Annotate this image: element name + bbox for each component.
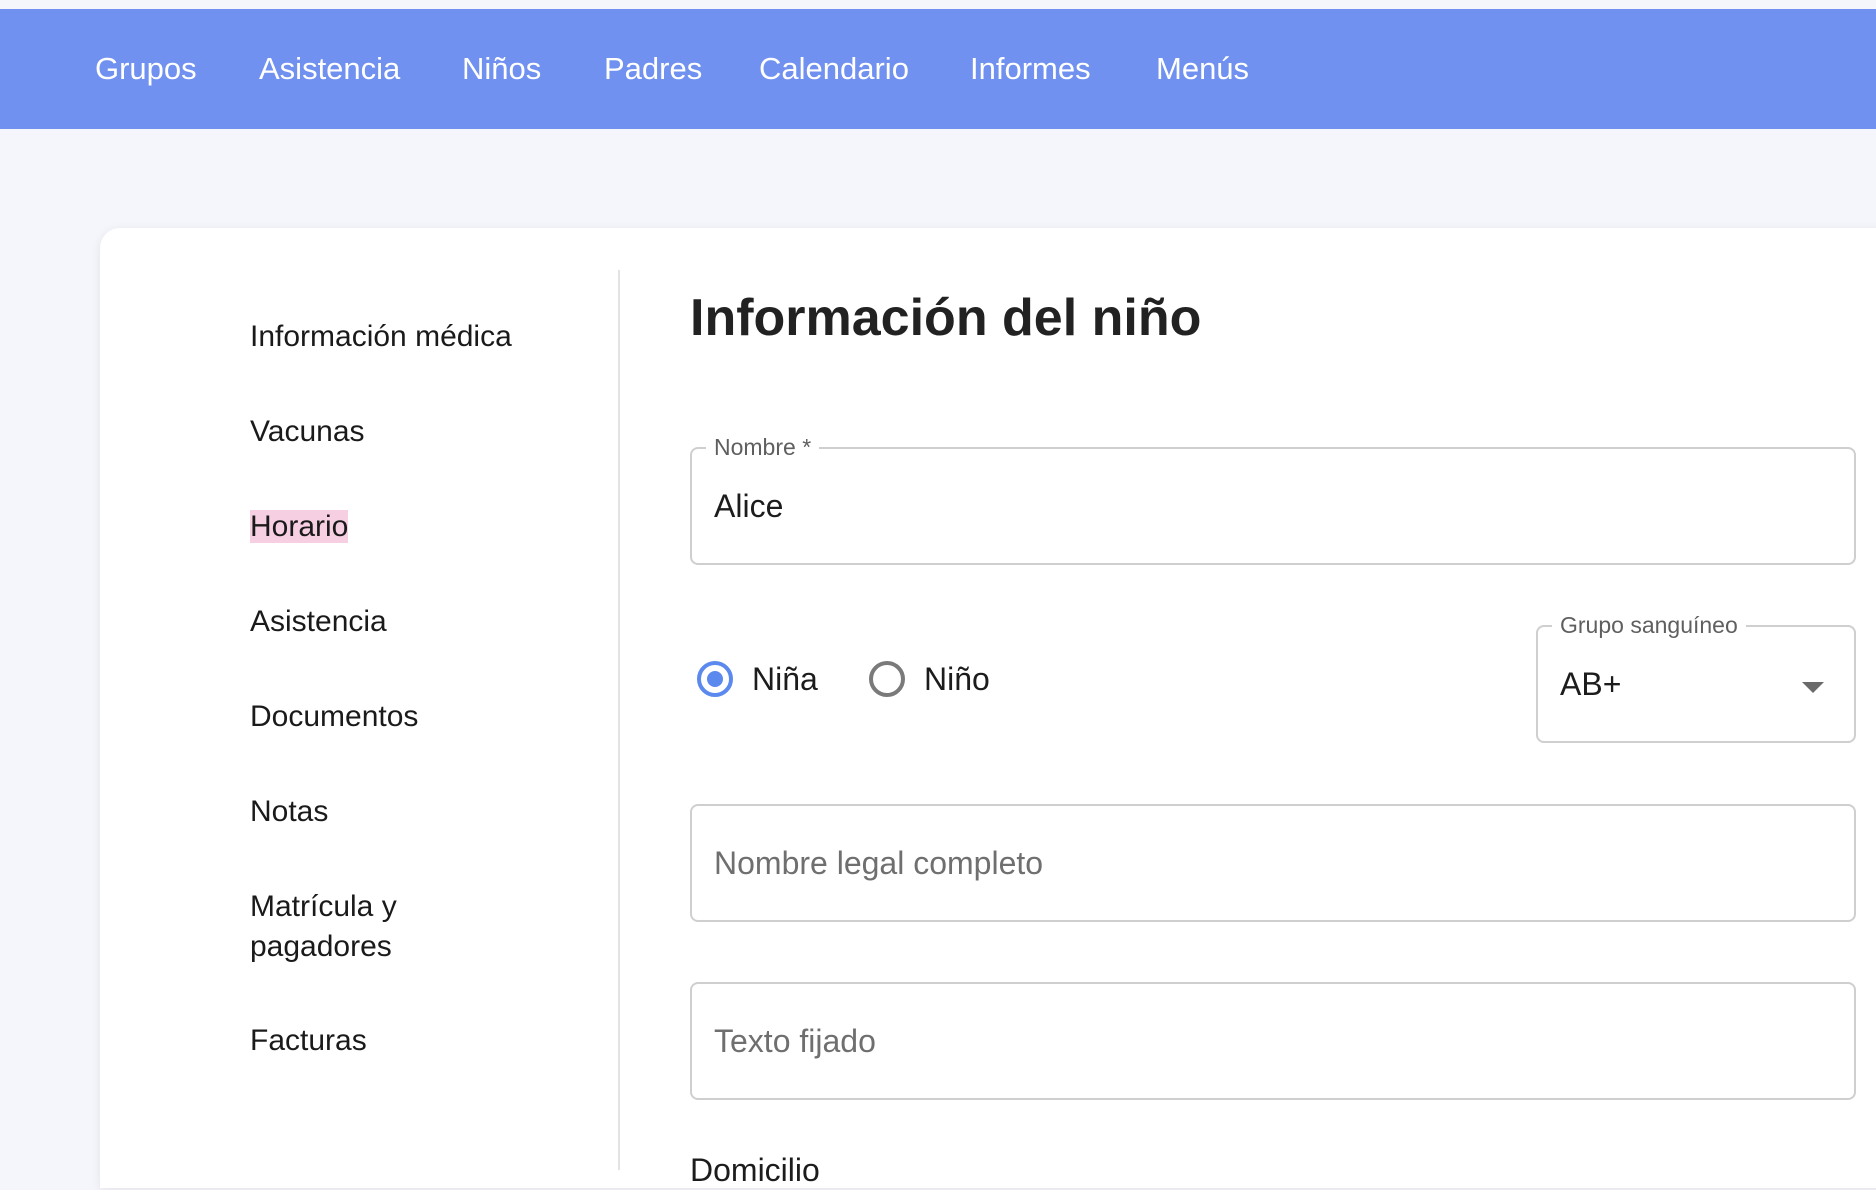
sidebar-item-horario[interactable]: Horario (250, 507, 349, 547)
gender-radio-nina-label[interactable]: Niña (752, 659, 818, 699)
legal-name-field[interactable]: Nombre legal completo (690, 804, 1856, 922)
blood-type-value: AB+ (1560, 666, 1622, 702)
blood-type-label: Grupo sanguíneo (1552, 610, 1746, 640)
sidebar-item-label: Información médica (250, 320, 512, 353)
legal-name-placeholder: Nombre legal completo (714, 845, 1044, 881)
nav-item-padres[interactable]: Padres (604, 50, 702, 88)
pinned-text-field[interactable]: Texto fijado (690, 982, 1856, 1100)
radio-selected-dot (707, 671, 723, 687)
gender-radio-nina[interactable] (697, 661, 733, 697)
pinned-text-placeholder: Texto fijado (714, 1023, 876, 1059)
sidebar-item-facturas[interactable]: Facturas (250, 1021, 367, 1061)
sidebar-item-label: Asistencia (250, 605, 387, 638)
blood-type-select[interactable]: Grupo sanguíneo AB+ (1536, 610, 1856, 743)
chevron-down-icon (1802, 682, 1824, 693)
sidebar-item-asistencia[interactable]: Asistencia (250, 602, 387, 642)
nav-item-ninos[interactable]: Niños (462, 50, 541, 88)
gender-radio-nino[interactable] (869, 661, 905, 697)
sidebar-item-label: Facturas (250, 1024, 367, 1057)
domicilio-section-label: Domicilio (690, 1152, 820, 1188)
sidebar-item-informacion-medica[interactable]: Información médica (250, 317, 512, 357)
sidebar-item-label: Documentos (250, 700, 419, 733)
sidebar-item-label: Horario (250, 510, 349, 543)
nav-item-menus[interactable]: Menús (1156, 50, 1249, 88)
sidebar-item-label: Vacunas (250, 415, 365, 448)
sidebar-item-vacunas[interactable]: Vacunas (250, 412, 365, 452)
nav-item-calendario[interactable]: Calendario (759, 50, 909, 88)
nombre-field-value: Alice (714, 488, 784, 524)
nav-item-asistencia[interactable]: Asistencia (259, 50, 400, 88)
top-nav-bar: Grupos Asistencia Niños Padres Calendari… (0, 9, 1876, 129)
sidebar-item-notas[interactable]: Notas (250, 792, 328, 832)
page-title: Información del niño (690, 289, 1202, 347)
sidebar-item-documentos[interactable]: Documentos (250, 697, 418, 737)
nav-item-informes[interactable]: Informes (970, 50, 1091, 88)
sidebar-item-label: Notas (250, 795, 329, 828)
sidebar-item-label: Matrícula y pagadores (250, 890, 397, 963)
sidebar-item-matricula-pagadores[interactable]: Matrícula y pagadores (250, 887, 450, 967)
nombre-field-label: Nombre * (706, 432, 820, 462)
nombre-field[interactable]: Nombre * Alice (690, 432, 1856, 565)
sidebar-divider (618, 270, 620, 1170)
nav-item-grupos[interactable]: Grupos (95, 50, 197, 88)
gender-radio-nino-label[interactable]: Niño (924, 659, 990, 699)
